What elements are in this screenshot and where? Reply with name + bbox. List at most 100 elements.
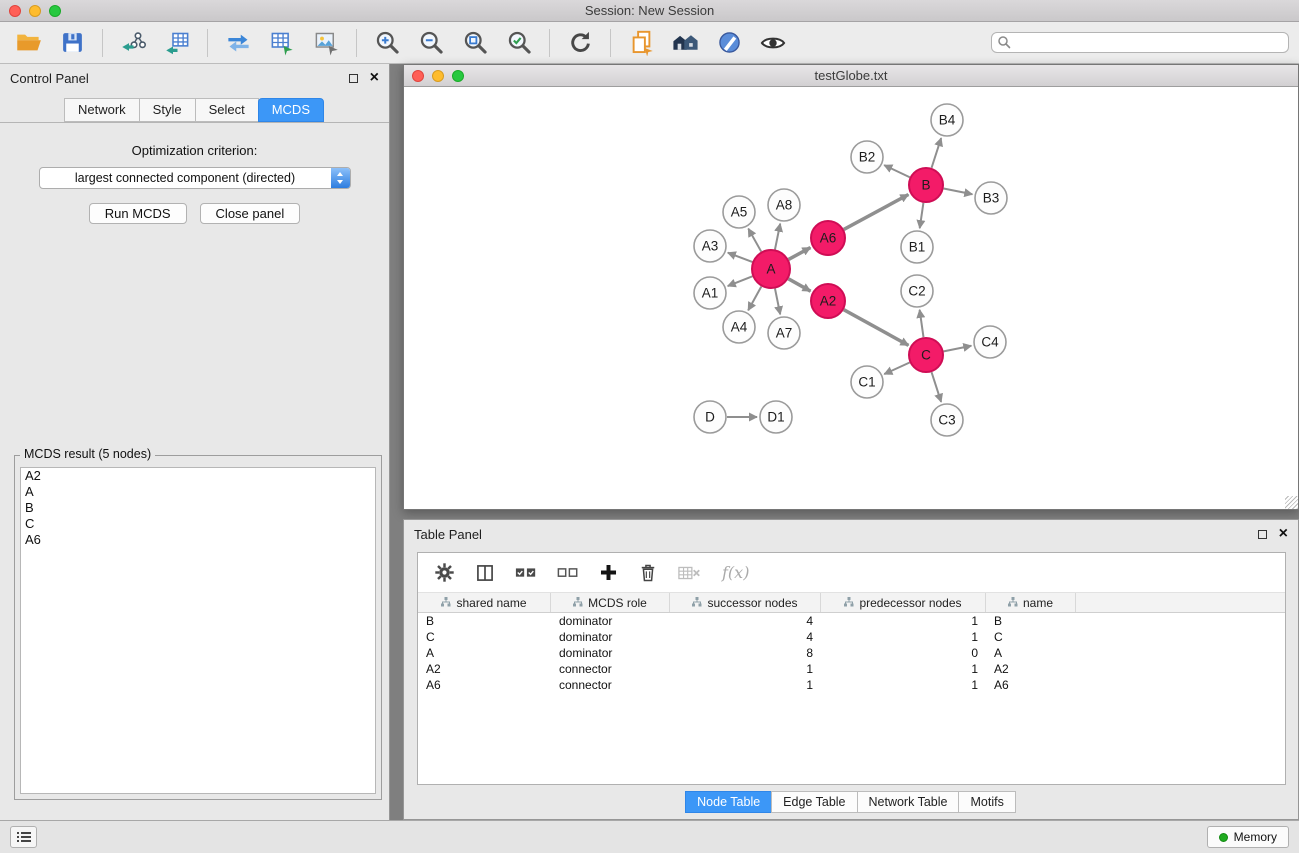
table-cell[interactable]: B: [418, 614, 551, 628]
search-input[interactable]: [991, 32, 1289, 53]
close-window-button[interactable]: [9, 5, 21, 17]
graph-edge-A-A2[interactable]: [788, 279, 810, 291]
table-cell[interactable]: A: [986, 646, 1076, 660]
minimize-window-button[interactable]: [29, 5, 41, 17]
network-window-titlebar[interactable]: testGlobe.txt: [404, 65, 1298, 87]
table-cell[interactable]: 1: [821, 630, 986, 644]
graph-edge-C-C4[interactable]: [944, 346, 972, 352]
graph-node-A[interactable]: A: [752, 250, 790, 288]
table-settings-button[interactable]: [434, 562, 455, 583]
table-cell[interactable]: 8: [670, 646, 821, 660]
tab-motifs[interactable]: Motifs: [958, 791, 1015, 813]
home-button[interactable]: [667, 27, 703, 59]
export-image-button[interactable]: [308, 27, 344, 59]
graph-edge-A-A5[interactable]: [748, 229, 761, 252]
export-network-button[interactable]: [220, 27, 256, 59]
table-cell[interactable]: 4: [670, 630, 821, 644]
float-panel-icon[interactable]: [1258, 530, 1267, 539]
graph-node-A7[interactable]: A7: [768, 317, 800, 349]
float-panel-icon[interactable]: [349, 74, 358, 83]
table-cell[interactable]: dominator: [551, 614, 670, 628]
graph-node-A1[interactable]: A1: [694, 277, 726, 309]
table-cell[interactable]: 0: [821, 646, 986, 660]
select-all-button[interactable]: [515, 564, 537, 582]
graph-node-B4[interactable]: B4: [931, 104, 963, 136]
graph-edge-A-A6[interactable]: [789, 248, 811, 260]
table-row[interactable]: A6connector11A6: [418, 677, 1285, 693]
graph-node-B1[interactable]: B1: [901, 231, 933, 263]
close-panel-button[interactable]: Close panel: [200, 203, 301, 224]
table-cell[interactable]: C: [986, 630, 1076, 644]
table-cell[interactable]: connector: [551, 678, 670, 692]
tab-mcds[interactable]: MCDS: [258, 98, 324, 122]
deselect-all-button[interactable]: [557, 564, 579, 582]
graph-edge-C-C2[interactable]: [920, 310, 924, 337]
graph-node-C3[interactable]: C3: [931, 404, 963, 436]
graph-edge-B-B2[interactable]: [884, 165, 910, 177]
table-cell[interactable]: connector: [551, 662, 670, 676]
delete-row-button[interactable]: [638, 563, 658, 583]
graph-node-C[interactable]: C: [909, 338, 943, 372]
show-hide-button[interactable]: [755, 27, 791, 59]
table-cell[interactable]: dominator: [551, 630, 670, 644]
zoom-window-button[interactable]: [49, 5, 61, 17]
table-cell[interactable]: A: [418, 646, 551, 660]
table-row[interactable]: Bdominator41B: [418, 613, 1285, 629]
open-session-button[interactable]: [10, 27, 46, 59]
graph-edge-C-C1[interactable]: [884, 362, 909, 374]
export-table-button[interactable]: [264, 27, 300, 59]
table-cell[interactable]: C: [418, 630, 551, 644]
table-cell[interactable]: A2: [986, 662, 1076, 676]
graph-node-C4[interactable]: C4: [974, 326, 1006, 358]
graph-node-A4[interactable]: A4: [723, 311, 755, 343]
network-close-button[interactable]: [412, 70, 424, 82]
graph-node-A6[interactable]: A6: [811, 221, 845, 255]
column-header-predecessor-nodes[interactable]: predecessor nodes: [821, 593, 986, 612]
task-history-button[interactable]: [10, 826, 37, 848]
table-cell[interactable]: 1: [821, 678, 986, 692]
graph-edge-B-B4[interactable]: [932, 138, 942, 168]
mcds-result-item[interactable]: C: [21, 516, 375, 532]
network-minimize-button[interactable]: [432, 70, 444, 82]
table-cell[interactable]: 1: [670, 678, 821, 692]
add-row-button[interactable]: [599, 563, 618, 582]
network-canvas[interactable]: AA6A2BCA5A8A3A1A4A7B4B2B3B1C2C4C1C3DD1: [404, 87, 1298, 509]
table-cell[interactable]: B: [986, 614, 1076, 628]
delete-column-button[interactable]: [678, 564, 702, 582]
tab-style[interactable]: Style: [139, 98, 196, 122]
graph-node-B2[interactable]: B2: [851, 141, 883, 173]
column-header-name[interactable]: name: [986, 593, 1076, 612]
column-header-mcds-role[interactable]: MCDS role: [551, 593, 670, 612]
graph-node-A8[interactable]: A8: [768, 189, 800, 221]
table-cell[interactable]: A6: [418, 678, 551, 692]
table-row[interactable]: Cdominator41C: [418, 629, 1285, 645]
zoom-in-button[interactable]: [369, 27, 405, 59]
column-chooser-button[interactable]: [475, 563, 495, 583]
column-header-successor-nodes[interactable]: successor nodes: [670, 593, 821, 612]
style-brush-button[interactable]: [711, 27, 747, 59]
mcds-result-item[interactable]: A2: [21, 468, 375, 484]
table-row[interactable]: A2connector11A2: [418, 661, 1285, 677]
graph-node-D[interactable]: D: [694, 401, 726, 433]
graph-edge-A-A3[interactable]: [728, 253, 753, 262]
graph-edge-C-C3[interactable]: [932, 372, 942, 402]
zoom-selected-button[interactable]: [501, 27, 537, 59]
duplicate-network-button[interactable]: [623, 27, 659, 59]
graph-node-B3[interactable]: B3: [975, 182, 1007, 214]
table-cell[interactable]: A6: [986, 678, 1076, 692]
table-cell[interactable]: 1: [821, 614, 986, 628]
mcds-result-item[interactable]: B: [21, 500, 375, 516]
mcds-result-item[interactable]: A6: [21, 532, 375, 548]
graph-edge-A-A1[interactable]: [728, 276, 753, 286]
tab-select[interactable]: Select: [195, 98, 259, 122]
function-builder-button[interactable]: f(x): [722, 563, 749, 582]
graph-edge-A-A4[interactable]: [748, 287, 761, 311]
graph-node-A2[interactable]: A2: [811, 284, 845, 318]
tab-edge-table[interactable]: Edge Table: [771, 791, 857, 813]
resize-grip[interactable]: [1285, 496, 1298, 509]
table-cell[interactable]: 4: [670, 614, 821, 628]
table-cell[interactable]: dominator: [551, 646, 670, 660]
tab-network[interactable]: Network: [64, 98, 140, 122]
close-panel-icon[interactable]: ×: [1279, 528, 1288, 540]
graph-node-C2[interactable]: C2: [901, 275, 933, 307]
